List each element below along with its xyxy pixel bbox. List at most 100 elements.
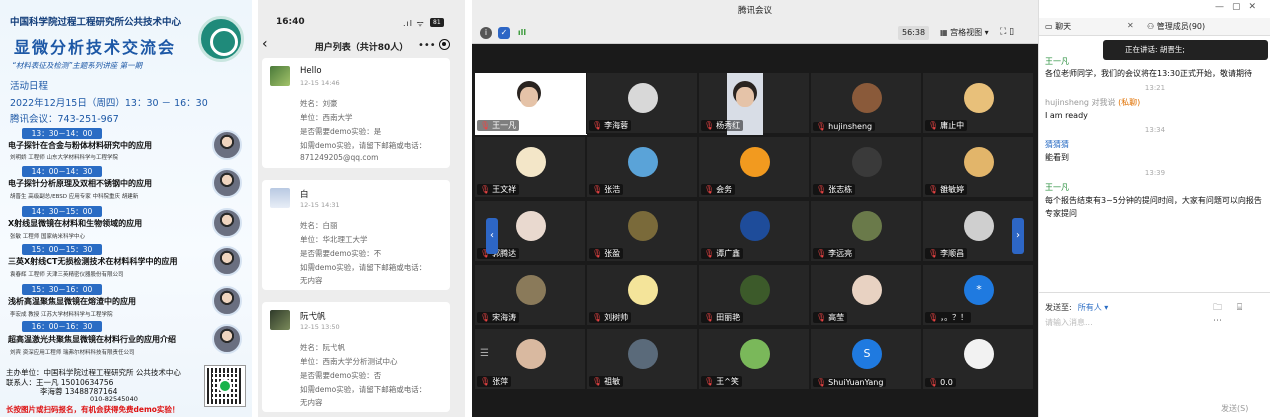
participant-tile[interactable]: 🎙 李远亮 bbox=[810, 200, 922, 262]
user-card[interactable]: Hello 12-15 14:46 姓名：刘豪 单位：西南大学 是否需要demo… bbox=[262, 58, 450, 168]
mic-muted-icon: 🎙 bbox=[928, 185, 939, 194]
participant-tile[interactable]: 🎙 hujinsheng bbox=[810, 72, 922, 134]
participant-name: 🎙 田丽艳 bbox=[701, 312, 744, 323]
prev-page-button[interactable]: ‹ bbox=[486, 218, 498, 254]
participant-tile[interactable]: 🎙 庸止中 bbox=[922, 72, 1034, 134]
send-button[interactable]: 发送(S) bbox=[1221, 403, 1248, 414]
participant-name: 🎙 雒敏婷 bbox=[925, 184, 968, 195]
user-field: 姓名：刘豪 bbox=[300, 99, 338, 108]
meeting-id: 腾讯会议：743-251-967 bbox=[10, 114, 119, 125]
user-date: 12-15 14:46 bbox=[300, 79, 340, 87]
participant-tile[interactable]: 🎙 高莹 bbox=[810, 264, 922, 326]
participant-tile[interactable]: 🎙 刘树帅 bbox=[586, 264, 698, 326]
tab-chat[interactable]: ▭ 聊天 bbox=[1045, 21, 1071, 32]
close-icon[interactable]: ✕ bbox=[1127, 21, 1134, 30]
participant-tile[interactable]: 🎙 张志栋 bbox=[810, 136, 922, 198]
more-icon[interactable]: ••• bbox=[418, 40, 436, 51]
participant-tile[interactable]: 🎙 祖敏 bbox=[586, 328, 698, 390]
sender-name: hujinsheng 对我说 bbox=[1045, 98, 1116, 107]
mic-muted-icon: 🎙 bbox=[592, 377, 603, 386]
mic-muted-icon: 🎙 bbox=[816, 378, 827, 387]
participant-tile[interactable]: * 🎙，。？！ bbox=[922, 264, 1034, 326]
speaking-indicator: 正在讲话: 胡晋生; bbox=[1103, 40, 1268, 60]
participant-name-text: 李顺昌 bbox=[940, 249, 965, 258]
participant-avatar bbox=[516, 339, 546, 369]
talk-title: 浅析高温聚焦显微镜在熔渣中的应用 bbox=[8, 297, 136, 306]
shield-icon[interactable]: ✓ bbox=[498, 27, 510, 39]
fullscreen-icon[interactable]: ⛶ ▯ bbox=[1000, 27, 1014, 37]
participant-tile[interactable]: 🎙 李海蓉 bbox=[586, 72, 698, 134]
participant-tile[interactable]: 🎙 张盈 bbox=[586, 200, 698, 262]
participant-avatar bbox=[516, 275, 546, 305]
event-poster: 中国科学院过程工程研究所公共技术中心 显微分析技术交流会 “材料表征及检测”主题… bbox=[0, 0, 252, 417]
participant-tile[interactable]: 🎙 张萍 bbox=[474, 328, 586, 390]
user-field: 单位：西南大学分析测试中心 bbox=[300, 357, 398, 366]
target-icon[interactable] bbox=[439, 39, 450, 50]
participant-name: 🎙 李海蓉 bbox=[589, 120, 632, 131]
participant-name: 🎙 0.0 bbox=[925, 378, 956, 387]
participant-avatar bbox=[628, 83, 658, 113]
participant-tile[interactable]: 🎙 田丽艳 bbox=[698, 264, 810, 326]
participant-avatar bbox=[740, 339, 770, 369]
talk-title: X射线显微镜在材料和生物领域的应用 bbox=[8, 219, 143, 228]
info-icon[interactable]: i bbox=[480, 27, 492, 39]
mic-muted-icon: 🎙 bbox=[704, 313, 715, 322]
chat-panel: —▢✕ ▭ 聊天 ✕ ⚇ 管理成员(90) 正在讲话: 胡晋生; 王一凡 各位老… bbox=[1038, 0, 1270, 417]
participant-name: 🎙 王^笑 bbox=[701, 376, 742, 387]
tab-members[interactable]: ⚇ 管理成员(90) bbox=[1147, 21, 1205, 32]
participant-tile[interactable]: 🎙 谭广鑫 bbox=[698, 200, 810, 262]
view-mode-button[interactable]: ▦ 宫格视图 ▾ bbox=[936, 26, 993, 40]
participant-tile[interactable]: 🎙 会务 bbox=[698, 136, 810, 198]
participant-tile[interactable]: 🎙 王^笑 bbox=[698, 328, 810, 390]
participant-name: 🎙 郭腾达 bbox=[477, 248, 520, 259]
message-text: I am ready bbox=[1045, 111, 1088, 120]
participant-tile[interactable]: S 🎙 ShuiYuanYang bbox=[810, 328, 922, 390]
participant-name: 🎙，。？！ bbox=[925, 312, 972, 323]
window-controls[interactable]: —▢✕ bbox=[1215, 2, 1264, 12]
user-card[interactable]: 白 12-15 14:31 姓名：白丽 单位：华北理工大学 是否需要demo实验… bbox=[262, 180, 450, 290]
message-sender: 猜猜猜 bbox=[1045, 140, 1069, 149]
chat-tool-icons[interactable]: 🗀 ⌸ ⋯ bbox=[1213, 300, 1270, 326]
chat-input[interactable]: 请输入消息... bbox=[1045, 317, 1093, 328]
speaker-photo bbox=[212, 208, 242, 238]
meeting-duration: 56:38 bbox=[898, 26, 930, 40]
person-face bbox=[520, 87, 538, 107]
participant-tile[interactable]: 🎙 王一凡 bbox=[474, 72, 587, 135]
user-field: 无内容 bbox=[300, 276, 323, 285]
participant-avatar bbox=[740, 147, 770, 177]
phone-user-list: 16:40 .ıl ᯤ 81 ‹ 用户列表（共计80人） ••• Hello 1… bbox=[258, 0, 465, 417]
meeting-window: 腾讯会议 i ✓ ıll 56:38 ▦ 宫格视图 ▾ ⛶ ▯ 🎙 王一凡 🎙 李海蓉… bbox=[472, 0, 1038, 417]
mic-muted-icon: 🎙 bbox=[816, 249, 827, 258]
participant-avatar bbox=[964, 147, 994, 177]
participant-tile[interactable]: 🎙 0.0 bbox=[922, 328, 1034, 390]
participant-tile[interactable]: 🎙 宋海涛 bbox=[474, 264, 586, 326]
talk-speaker: 张敏 工程师 国家纳米科学中心 bbox=[10, 234, 85, 240]
participant-avatar bbox=[964, 339, 994, 369]
participant-tile[interactable]: 🎙 王文祥 bbox=[474, 136, 586, 198]
mic-muted-icon: 🎙 bbox=[592, 249, 603, 258]
message-time: 13:39 bbox=[1144, 169, 1166, 177]
participant-name-text: 张盈 bbox=[604, 249, 621, 258]
user-field: 是否需要demo实验：是 bbox=[300, 127, 382, 136]
mic-muted-icon: 🎙 bbox=[480, 185, 491, 194]
signal-wifi-icon: .ıl ᯤ bbox=[403, 19, 425, 28]
mic-muted-icon: 🎙 bbox=[816, 185, 827, 194]
participant-tile[interactable]: 🎙 雒敏婷 bbox=[922, 136, 1034, 198]
send-to-select[interactable]: 发送至: 所有人 ▾ bbox=[1045, 302, 1108, 313]
list-icon[interactable]: ☰ bbox=[480, 348, 489, 359]
participant-tile[interactable]: 🎙 杨秀红 bbox=[698, 72, 810, 135]
participant-name: 🎙 ShuiYuanYang bbox=[813, 378, 887, 387]
user-card[interactable]: 阮弋帆 12-15 13:50 姓名：阮弋帆 单位：西南大学分析测试中心 是否需… bbox=[262, 302, 450, 412]
message-sender: 王一凡 bbox=[1045, 183, 1069, 192]
participant-name-text: 李远亮 bbox=[828, 249, 853, 258]
participant-name: 🎙 张志栋 bbox=[813, 184, 856, 195]
speaker-photo bbox=[212, 324, 242, 354]
message-sender: 王一凡 bbox=[1045, 57, 1069, 66]
participant-name: 🎙 宋海涛 bbox=[477, 312, 520, 323]
next-page-button[interactable]: › bbox=[1012, 218, 1024, 254]
signal-icon[interactable]: ıll bbox=[516, 27, 528, 39]
participant-name: 🎙 张萍 bbox=[477, 376, 512, 387]
participant-tile[interactable]: 🎙 张浩 bbox=[586, 136, 698, 198]
mic-muted-icon: 🎙 bbox=[928, 313, 939, 322]
message-text: 能看到 bbox=[1045, 153, 1069, 162]
